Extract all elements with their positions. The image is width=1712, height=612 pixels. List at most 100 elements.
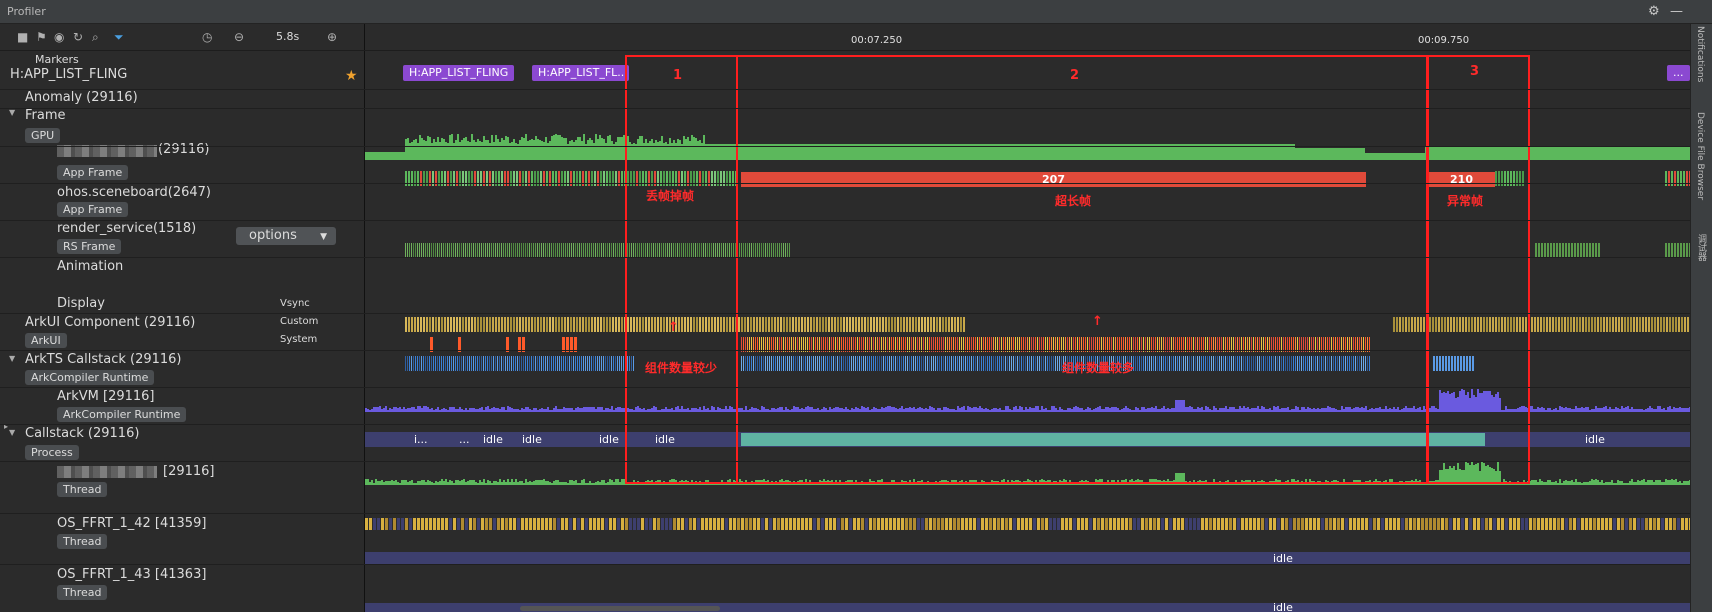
vsync-stripe bbox=[1654, 317, 1656, 332]
thread-stripe bbox=[581, 518, 584, 530]
main-thread-label[interactable]: [29116] bbox=[163, 464, 215, 479]
stop-icon[interactable]: ■ bbox=[17, 30, 28, 44]
sceneboard-label[interactable]: ohos.sceneboard(2647) bbox=[57, 185, 211, 200]
marker-chip[interactable]: H:APP_LIST_FL... bbox=[532, 65, 629, 81]
thread-stripe bbox=[673, 518, 676, 530]
arkts-label[interactable]: ArkTS Callstack (29116) bbox=[25, 352, 182, 367]
marker-chip[interactable]: H:APP_LIST_FLING bbox=[403, 65, 515, 81]
system-stripe bbox=[443, 356, 444, 371]
collapse-arrow-icon[interactable]: ▼ bbox=[9, 428, 15, 437]
vsync-stripe bbox=[567, 317, 569, 332]
vsync-stripe bbox=[1636, 317, 1638, 332]
thread-stripe bbox=[669, 518, 672, 530]
rs-frame-stripe bbox=[563, 243, 564, 258]
system-stripe bbox=[503, 356, 504, 371]
minimize-icon[interactable]: — bbox=[1670, 4, 1683, 19]
debugger-tab[interactable]: 调试器 bbox=[1695, 234, 1708, 261]
thread-stripe bbox=[1033, 518, 1036, 530]
rs-frame-stripe bbox=[1683, 243, 1685, 258]
arkvm-label[interactable]: ArkVM [29116] bbox=[57, 389, 155, 404]
time-ruler[interactable]: 00:07.250 00:09.750 bbox=[365, 24, 1690, 51]
rs-frame-stripe bbox=[521, 243, 522, 258]
vsync-stripe bbox=[453, 317, 455, 332]
system-stripe bbox=[473, 356, 474, 371]
device-file-browser-tab[interactable]: Device File Browser bbox=[1695, 112, 1705, 200]
arkui-label[interactable]: ArkUI Component (29116) bbox=[25, 315, 195, 330]
collapse-arrow-icon[interactable]: ▼ bbox=[9, 108, 15, 117]
vsync-stripe bbox=[1600, 317, 1602, 332]
vsync-stripe bbox=[501, 317, 503, 332]
arkts-chip: ArkCompiler Runtime bbox=[25, 370, 155, 385]
zoom-out-icon[interactable]: ⊖ bbox=[234, 30, 244, 44]
filter-icon[interactable]: ⏷ bbox=[114, 30, 124, 45]
system-stripe bbox=[415, 356, 416, 371]
marker-chip[interactable]: ... bbox=[1667, 65, 1690, 81]
thread-stripe bbox=[1269, 518, 1272, 530]
thread-stripe bbox=[677, 518, 680, 530]
settings-gear-icon[interactable]: ⚙ bbox=[1648, 4, 1660, 19]
rs-frame-stripe bbox=[585, 243, 586, 258]
rs-frame-stripe bbox=[459, 243, 460, 258]
thread-stripe bbox=[633, 518, 636, 530]
options-dropdown[interactable]: options ▼ bbox=[236, 227, 336, 245]
thread-stripe bbox=[1369, 518, 1372, 530]
thread-stripe bbox=[1605, 518, 1608, 530]
callstack-label[interactable]: Callstack (29116) bbox=[25, 426, 139, 441]
rs-frame-stripe bbox=[501, 243, 502, 258]
rs-frame-stripe bbox=[569, 243, 570, 258]
rs-frame-stripe bbox=[557, 243, 558, 258]
system-stripe bbox=[561, 356, 562, 371]
thread-stripe bbox=[425, 518, 428, 530]
gpu-chip: GPU bbox=[25, 128, 61, 143]
anomaly-track-label[interactable]: Anomaly (29116) bbox=[25, 90, 138, 105]
app-process-label[interactable]: (29116) bbox=[158, 142, 210, 157]
thread-stripe bbox=[1121, 518, 1124, 530]
rs-frame-stripe bbox=[571, 243, 572, 258]
collapse-arrow-icon[interactable]: ▼ bbox=[9, 354, 15, 363]
main-thread-lane[interactable] bbox=[365, 518, 1692, 532]
system-stripe bbox=[539, 356, 540, 371]
system-stripe bbox=[437, 356, 438, 371]
vsync-stripe bbox=[1618, 317, 1620, 332]
refresh-icon[interactable]: ↻ bbox=[73, 30, 83, 44]
thread-stripe bbox=[1393, 518, 1396, 530]
thread-stripe bbox=[641, 518, 644, 530]
thread-stripe bbox=[1637, 518, 1640, 530]
divider bbox=[0, 513, 1690, 514]
star-icon[interactable]: ★ bbox=[345, 68, 358, 84]
notifications-tab[interactable]: Notifications bbox=[1695, 26, 1705, 82]
vsync-stripe bbox=[489, 317, 491, 332]
display-label[interactable]: Display bbox=[57, 296, 105, 311]
divider bbox=[0, 350, 1690, 351]
thread-stripe bbox=[961, 518, 964, 530]
thread-stripe bbox=[1361, 518, 1364, 530]
flag-icon[interactable]: ⚑ bbox=[36, 30, 47, 44]
divider bbox=[0, 220, 1690, 221]
thread-stripe bbox=[821, 518, 824, 530]
vsync-stripe bbox=[423, 317, 425, 332]
thread-stripe bbox=[1609, 518, 1612, 530]
horizontal-scrollbar[interactable] bbox=[520, 606, 720, 611]
thread-stripe bbox=[1065, 518, 1068, 530]
ffrt43-label[interactable]: OS_FFRT_1_43 [41363] bbox=[57, 567, 206, 582]
rs-frame-stripe bbox=[1559, 243, 1561, 258]
rs-frame-stripe bbox=[611, 243, 612, 258]
rs-frame-stripe bbox=[583, 243, 584, 258]
vsync-stripe bbox=[1561, 317, 1563, 332]
rs-frame-stripe bbox=[1571, 243, 1573, 258]
thread-stripe bbox=[469, 518, 472, 530]
frame-track-label[interactable]: Frame bbox=[25, 108, 66, 123]
ffrt42-label[interactable]: OS_FFRT_1_42 [41359] bbox=[57, 516, 206, 531]
reset-zoom-icon[interactable]: ◷ bbox=[202, 30, 212, 44]
zoom-in-icon[interactable]: ⊕ bbox=[327, 30, 337, 44]
vsync-stripe bbox=[1648, 317, 1650, 332]
search-icon[interactable]: ⌕ bbox=[92, 30, 99, 45]
vsync-stripe bbox=[552, 317, 554, 332]
animation-label[interactable]: Animation bbox=[57, 259, 123, 274]
capture-icon[interactable]: ◉ bbox=[54, 30, 64, 44]
thread-stripe bbox=[1493, 518, 1496, 530]
render-service-label[interactable]: render_service(1518) bbox=[57, 221, 196, 236]
thread-stripe bbox=[1137, 518, 1140, 530]
timeline-panel[interactable]: 00:07.250 00:09.750 H:APP_LIST_FLING H:A… bbox=[365, 24, 1692, 612]
marker-track-name[interactable]: H:APP_LIST_FLING bbox=[10, 67, 127, 82]
